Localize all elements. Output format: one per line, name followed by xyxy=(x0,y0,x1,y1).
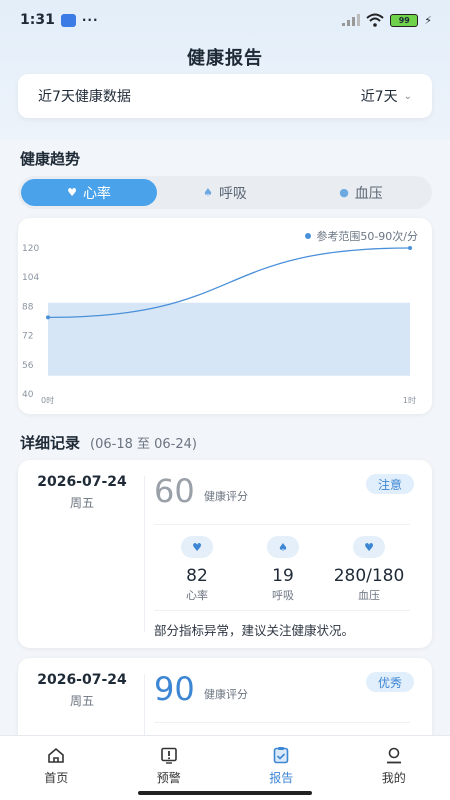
record-note: 部分指标异常，建议关注健康状况。 xyxy=(154,623,355,638)
status-badge: 优秀 xyxy=(365,672,414,692)
app-notification-icon xyxy=(60,13,76,27)
tab-label: 呼吸 xyxy=(218,185,247,202)
lungs-icon: ♠ xyxy=(267,536,299,558)
divider xyxy=(154,722,410,723)
detail-title: 详细记录 xyxy=(20,434,81,452)
metric-label: 血压 xyxy=(358,589,380,602)
divider xyxy=(154,524,410,525)
detail-date-range: (06-18 至 06-24) xyxy=(90,437,197,452)
metric-respiration: ♠ 19 呼吸 xyxy=(238,536,328,603)
y-tick-label: 40 xyxy=(22,390,34,400)
report-icon xyxy=(271,746,291,764)
tab-blood-pressure[interactable]: ● 血压 xyxy=(293,179,429,206)
nav-label: 首页 xyxy=(44,771,69,785)
period-selector[interactable]: 近7天健康数据 近7天 ⌄ xyxy=(18,74,432,118)
period-label: 近7天健康数据 xyxy=(38,89,131,105)
record-date: 2026-07-24 xyxy=(37,672,127,688)
nav-label: 报告 xyxy=(269,771,294,785)
nav-profile[interactable]: 我的 xyxy=(338,736,450,800)
metric-blood-pressure: ♥ 280/180 血压 xyxy=(324,536,414,603)
profile-icon xyxy=(384,746,404,764)
page-title: 健康报告 xyxy=(187,48,263,69)
metric-value: 19 xyxy=(272,566,294,586)
more-notifications-icon: ··· xyxy=(81,13,99,27)
metric-heart-rate: ♥ 82 心率 xyxy=(152,536,242,603)
metric-label: 呼吸 xyxy=(272,589,294,602)
tab-respiration[interactable]: ♠ 呼吸 xyxy=(157,179,293,206)
chevron-down-icon: ⌄ xyxy=(403,90,412,102)
lungs-icon: ♠ xyxy=(203,186,213,199)
tab-label: 血压 xyxy=(354,185,383,202)
y-tick-label: 72 xyxy=(22,332,33,342)
alert-icon xyxy=(159,746,179,764)
data-point xyxy=(46,315,50,320)
home-indicator xyxy=(138,791,312,795)
heart-icon: ♥ xyxy=(181,536,213,558)
status-bar: 1:31 ··· 99 ⚡ xyxy=(0,0,450,40)
status-time: 1:31 xyxy=(20,12,55,28)
trend-tabs: ♥ 心率 ♠ 呼吸 ● 血压 xyxy=(18,176,432,209)
record-card[interactable]: 2026-07-24 周五 60 健康评分 注意 ♥ 82 心率 ♠ 19 呼吸… xyxy=(18,460,432,648)
charging-icon: ⚡ xyxy=(424,13,432,27)
signal-icon xyxy=(342,14,361,26)
heart-rate-chart: 40 56 72 88 104 120 0时 1时 xyxy=(22,244,416,405)
metric-label: 心率 xyxy=(186,589,208,602)
blood-drop-icon: ● xyxy=(339,186,349,199)
metric-value: 82 xyxy=(186,566,208,586)
status-badge: 注意 xyxy=(365,474,414,494)
health-score: 90 xyxy=(154,670,195,708)
y-tick-label: 88 xyxy=(22,302,34,312)
divider xyxy=(154,610,410,611)
y-tick-label: 104 xyxy=(22,273,39,283)
heart-icon: ♥ xyxy=(353,536,385,558)
record-weekday: 周五 xyxy=(69,496,94,510)
reference-range-band xyxy=(48,302,410,376)
period-selected-value: 近7天 xyxy=(360,89,398,105)
tab-heart-rate[interactable]: ♥ 心率 xyxy=(21,179,157,206)
data-point xyxy=(408,246,412,250)
detail-header: 详细记录 (06-18 至 06-24) xyxy=(20,432,197,453)
home-icon xyxy=(46,746,66,764)
battery-icon: 99 xyxy=(390,13,419,27)
y-tick-label: 120 xyxy=(22,244,39,254)
heart-icon: ♥ xyxy=(67,186,77,199)
nav-label: 预警 xyxy=(156,771,181,785)
record-date: 2026-07-24 xyxy=(37,474,127,490)
x-tick-label: 1时 xyxy=(403,395,416,405)
nav-home[interactable]: 首页 xyxy=(0,736,113,800)
health-score-label: 健康评分 xyxy=(204,688,248,701)
x-tick-label: 0时 xyxy=(41,395,54,405)
divider xyxy=(144,476,145,632)
period-dropdown[interactable]: 近7天 ⌄ xyxy=(361,86,412,106)
trend-chart-card: 参考范围50-90次/分 40 56 72 88 104 120 0时 1时 xyxy=(18,218,432,414)
y-tick-label: 56 xyxy=(22,361,34,371)
health-score: 60 xyxy=(154,472,195,510)
metric-value: 280/180 xyxy=(333,566,405,586)
health-score-label: 健康评分 xyxy=(204,490,248,503)
nav-label: 我的 xyxy=(381,771,406,785)
record-weekday: 周五 xyxy=(69,694,94,708)
trend-section-title: 健康趋势 xyxy=(20,150,81,168)
tab-label: 心率 xyxy=(82,185,111,202)
wifi-icon xyxy=(366,13,384,27)
